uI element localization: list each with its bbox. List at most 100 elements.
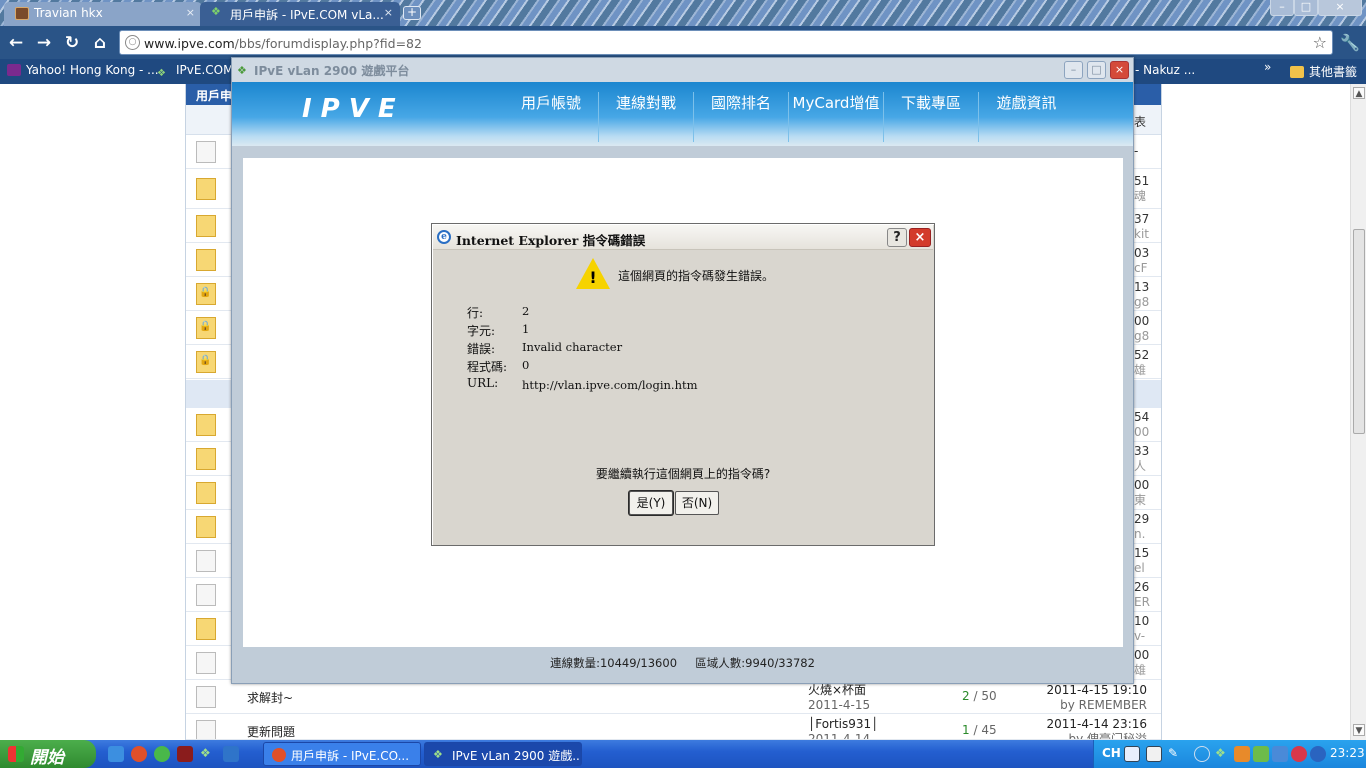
last-post[interactable]: 2011-4-14 23:16 by 俾豪门秘溢 <box>1047 717 1148 739</box>
line-value: 2 <box>522 304 530 318</box>
tray-security-icon[interactable] <box>1291 746 1307 762</box>
taskbar: 開始 ❖ 用戶申訴 - IPvE.CO... ❖ IPvE vLan 2900 … <box>0 740 1366 768</box>
language-indicator[interactable]: CH <box>1102 746 1121 760</box>
page-scrollbar[interactable]: ▲ ▼ <box>1350 84 1366 740</box>
help-button[interactable]: ? <box>887 228 907 247</box>
ipve-app-icon: ❖ <box>237 64 247 77</box>
row-snippet: - <box>1134 144 1139 158</box>
desktop: Travian hkx × ❖ 用戶申訴 - IPvE.COM vLa... ×… <box>0 0 1366 768</box>
quicklaunch-browser-icon[interactable] <box>154 746 170 762</box>
travian-favicon-icon <box>15 7 29 20</box>
tab-close-icon[interactable]: × <box>384 6 393 19</box>
thread-title-link[interactable]: 更新問題 <box>247 723 295 739</box>
vlan-maximize-button[interactable]: □ <box>1087 61 1106 79</box>
tray-update-icon[interactable] <box>1310 746 1326 762</box>
error-value: Invalid character <box>522 340 623 354</box>
hot-thread-icon <box>196 178 216 200</box>
url-text[interactable]: www.ipve.com/bbs/forumdisplay.php?fid=82 <box>144 36 422 51</box>
nav-game-info[interactable]: 遊戲資訊 <box>979 92 1074 142</box>
maximize-button[interactable]: □ <box>1294 0 1318 16</box>
tab-travian[interactable]: Travian hkx × <box>4 2 202 26</box>
ie-icon: e <box>437 230 451 244</box>
tray-ipve-icon[interactable]: ❖ <box>1215 746 1231 762</box>
dialog-close-button[interactable]: × <box>909 228 931 247</box>
thread-icon <box>196 720 216 739</box>
nav-downloads[interactable]: 下載專區 <box>884 92 979 142</box>
back-icon[interactable]: ← <box>6 33 26 53</box>
tray-network-icon[interactable] <box>1253 746 1269 762</box>
taskbar-item-chrome[interactable]: 用戶申訴 - IPvE.CO... <box>263 742 421 766</box>
nav-world-ranking[interactable]: 國際排名 <box>694 92 789 142</box>
row-snippet: 00 g8 <box>1134 314 1150 343</box>
column-header-last-post: 表 <box>1134 115 1147 129</box>
thread-row[interactable]: 更新問題 │Fortis931│ 2011-4-14 1 / 45 2011-4-… <box>186 714 1161 740</box>
quicklaunch-ipve-icon[interactable]: ❖ <box>200 746 216 762</box>
no-button[interactable]: 否(N) <box>675 491 719 515</box>
thread-icon <box>196 584 216 606</box>
home-icon[interactable]: ⌂ <box>90 33 110 53</box>
show-hidden-icons[interactable] <box>1194 746 1210 762</box>
thread-author[interactable]: 火燒×杯面 2011-4-15 <box>808 683 870 713</box>
reload-icon[interactable]: ↻ <box>62 33 82 53</box>
locked-thread-icon <box>196 351 216 373</box>
quicklaunch-app-icon[interactable] <box>177 746 193 762</box>
bookmark-ipve[interactable]: ❖ IPvE.COM <box>157 63 233 80</box>
hot-thread-icon <box>196 215 216 237</box>
quicklaunch-desktop-icon[interactable] <box>223 746 239 762</box>
vlan-window-titlebar[interactable]: ❖ IPvE vLan 2900 遊戲平台 <box>232 58 1133 82</box>
yes-button[interactable]: 是(Y) <box>629 491 673 515</box>
bookmark-star-icon[interactable]: ☆ <box>1313 33 1327 52</box>
minimize-button[interactable]: – <box>1270 0 1294 16</box>
wrench-icon[interactable]: 🔧 <box>1340 33 1360 53</box>
thread-row[interactable]: 求解封~ 火燒×杯面 2011-4-15 2 / 50 2011-4-15 19:… <box>186 680 1161 714</box>
new-tab-button[interactable]: + <box>403 6 421 20</box>
thread-author[interactable]: │Fortis931│ 2011-4-14 <box>808 717 878 739</box>
thread-icon <box>196 141 216 163</box>
help-icon[interactable] <box>1146 746 1162 762</box>
ime-icon[interactable] <box>1124 746 1140 762</box>
clock[interactable]: 23:23 <box>1330 746 1365 760</box>
nav-online-battle[interactable]: 連線對戰 <box>599 92 694 142</box>
tray-monitor-icon[interactable] <box>1272 746 1288 762</box>
vlan-minimize-button[interactable]: – <box>1064 61 1083 79</box>
row-snippet: 51 魂 <box>1134 174 1150 203</box>
error-message: 這個網頁的指令碼發生錯誤。 <box>618 269 775 283</box>
hot-thread-icon <box>196 618 216 640</box>
row-snippet: 00 雄 <box>1134 648 1150 677</box>
last-post[interactable]: 2011-4-15 19:10 by REMEMBER <box>1047 683 1148 713</box>
bookmark-yahoo[interactable]: Yahoo! Hong Kong - ... <box>7 63 159 77</box>
start-button[interactable]: 開始 <box>0 740 96 768</box>
thread-title-link[interactable]: 求解封~ <box>247 689 293 706</box>
tab-close-icon[interactable]: × <box>186 6 195 19</box>
scroll-up-icon[interactable]: ▲ <box>1353 87 1365 99</box>
row-snippet: 13 g8 <box>1134 280 1150 309</box>
ipve-icon: ❖ <box>157 68 166 79</box>
pen-icon[interactable]: ✎ <box>1168 746 1184 762</box>
nav-mycard-topup[interactable]: MyCard增值 <box>789 92 884 142</box>
tab-title: 用戶申訴 - IPvE.COM vLa... <box>230 8 384 22</box>
hot-thread-icon <box>196 482 216 504</box>
close-window-button[interactable]: × <box>1318 0 1362 16</box>
quicklaunch-messenger-icon[interactable] <box>108 746 124 762</box>
forward-icon[interactable]: → <box>34 33 54 53</box>
dialog-titlebar[interactable]: e Internet Explorer 指令碼錯誤 <box>433 225 933 250</box>
region-user-count: 區域人數:9940/33782 <box>695 656 815 670</box>
tray-app-icon[interactable] <box>1234 746 1250 762</box>
taskbar-item-vlan[interactable]: ❖ IPvE vLan 2900 遊戲... <box>424 742 582 766</box>
reply-view-count: 1 / 45 <box>962 723 997 737</box>
other-bookmarks[interactable]: 其他書籤 <box>1290 63 1357 80</box>
quicklaunch-chrome-icon[interactable] <box>131 746 147 762</box>
hot-thread-icon <box>196 516 216 538</box>
scroll-down-icon[interactable]: ▼ <box>1353 724 1365 736</box>
nav-user-account[interactable]: 用戶帳號 <box>504 92 599 142</box>
url-value: http://vlan.ipve.com/login.htm <box>522 378 698 392</box>
vlan-close-button[interactable]: × <box>1110 61 1129 79</box>
row-snippet: 15 el <box>1134 546 1150 575</box>
scrollbar-thumb[interactable] <box>1353 229 1365 434</box>
address-bar[interactable]: ○ www.ipve.com/bbs/forumdisplay.php?fid=… <box>119 30 1333 55</box>
hot-thread-icon <box>196 414 216 436</box>
hot-thread-icon <box>196 249 216 271</box>
bookmark-nakuz[interactable]: - Nakuz ... <box>1135 63 1195 77</box>
bookmarks-overflow-button[interactable]: » <box>1264 60 1271 74</box>
tab-ipve-forum[interactable]: ❖ 用戶申訴 - IPvE.COM vLa... × <box>200 2 400 26</box>
